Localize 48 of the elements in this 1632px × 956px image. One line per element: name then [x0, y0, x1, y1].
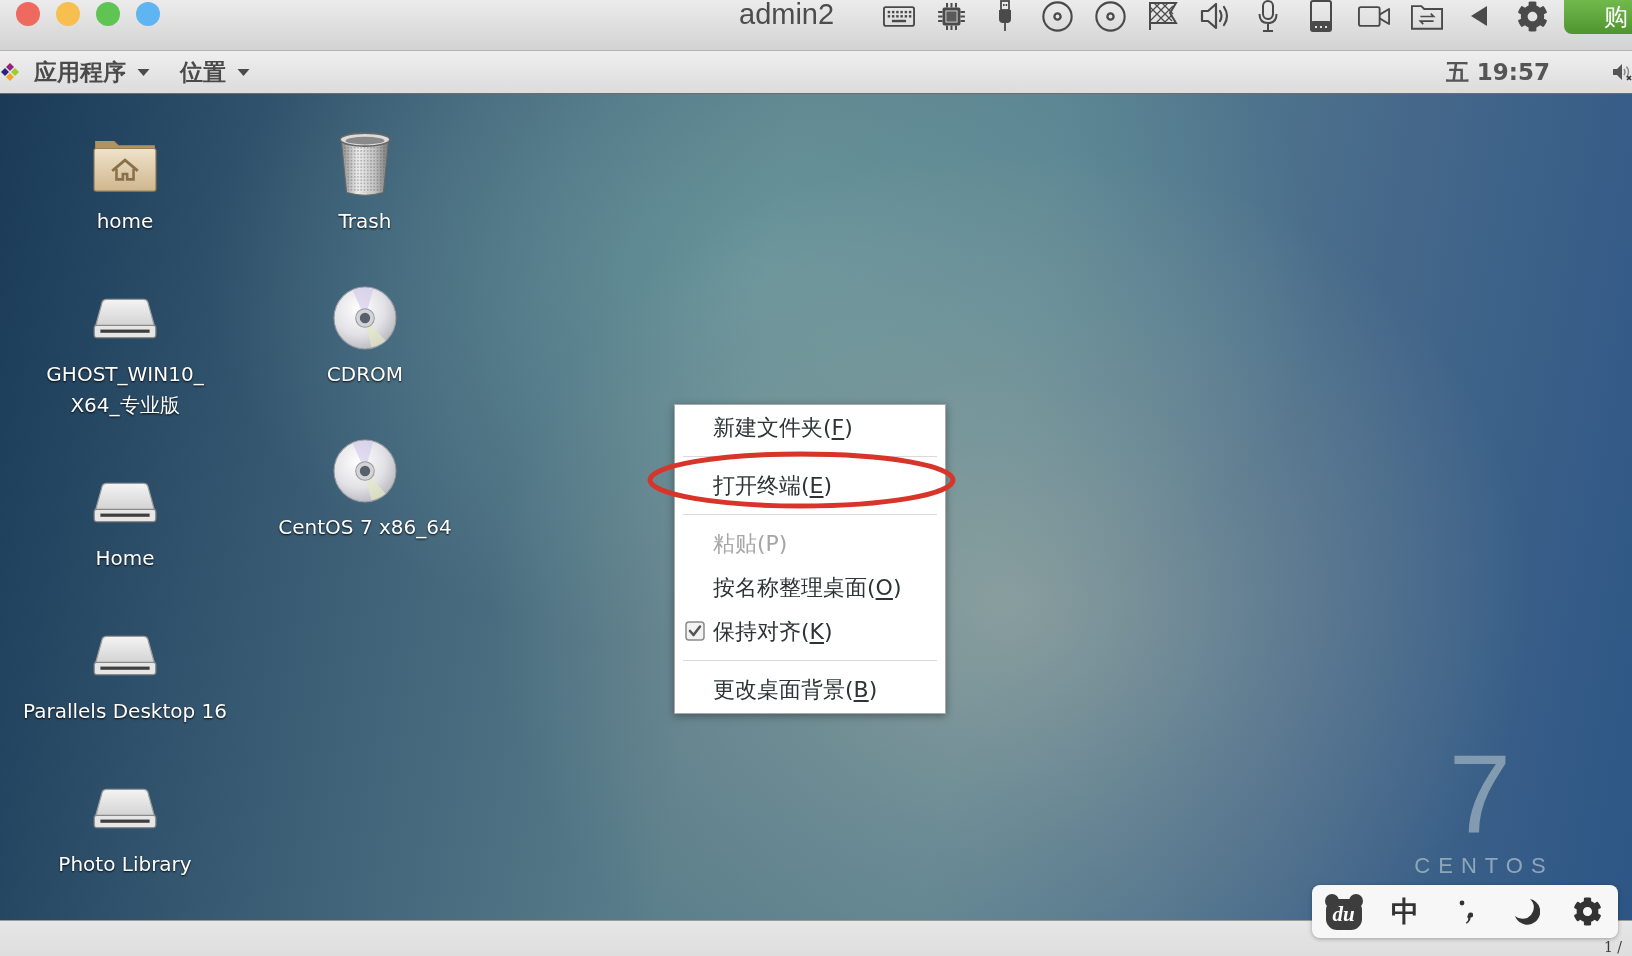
menu-item[interactable]: 按名称整理桌面(O): [675, 565, 945, 609]
icon-label[interactable]: Trash: [338, 206, 392, 237]
microphone-icon[interactable]: [1258, 0, 1279, 32]
icon-label[interactable]: GHOST_WIN10_ X64_专业版: [46, 359, 204, 421]
disc-icon[interactable]: [1094, 0, 1126, 32]
drive-icon[interactable]: [93, 633, 157, 677]
traffic-light-button[interactable]: [16, 2, 40, 26]
icon-label[interactable]: Parallels Desktop 16: [23, 696, 227, 727]
keyboard-icon[interactable]: [883, 5, 915, 27]
disc-icon[interactable]: [333, 286, 397, 350]
settings-icon[interactable]: [1573, 897, 1602, 926]
panel-menu[interactable]: 应用程序: [34, 54, 150, 90]
folder-arrows-icon[interactable]: [1410, 2, 1443, 30]
punctuation-icon[interactable]: [1458, 899, 1473, 924]
icon-label[interactable]: CDROM: [326, 359, 404, 390]
settings-icon[interactable]: [1516, 0, 1548, 32]
icon-label[interactable]: home: [96, 206, 154, 237]
menu-item[interactable]: 更改桌面背景(B): [675, 667, 945, 711]
menu-item[interactable]: 保持对齐(K): [675, 609, 945, 653]
drive-icon[interactable]: [93, 296, 157, 340]
drive-icon[interactable]: [93, 786, 157, 830]
icon-label[interactable]: Photo Library: [58, 849, 192, 880]
checkbox-icon[interactable]: [685, 621, 705, 641]
disc-icon[interactable]: [1041, 0, 1073, 32]
window-title: admin2: [739, 0, 835, 30]
handheld-device-icon[interactable]: [1310, 0, 1332, 32]
icon-label[interactable]: CentOS 7 x86_64: [278, 512, 452, 543]
chip-icon[interactable]: [937, 1, 967, 31]
video-camera-icon[interactable]: [1357, 4, 1390, 28]
triangle-left-icon[interactable]: [1471, 6, 1488, 26]
clock[interactable]: 五 19:57: [1445, 54, 1550, 90]
wallpaper-logo-number: 7: [1448, 738, 1512, 850]
disc-icon[interactable]: [333, 439, 397, 503]
pinwheel-icon[interactable]: [0, 62, 20, 82]
moon-icon[interactable]: [1513, 897, 1540, 926]
wallpaper-logo-text: CENTOS: [1413, 855, 1554, 877]
hatched-flag-icon[interactable]: [1147, 1, 1178, 31]
caret-icon: [237, 68, 250, 76]
speaker-muted-icon[interactable]: [1612, 63, 1632, 81]
trash-can-icon[interactable]: [339, 132, 391, 198]
input-mode-button[interactable]: 中: [1390, 897, 1419, 926]
menu-item[interactable]: 新建文件夹(F): [675, 405, 945, 449]
drive-icon[interactable]: [93, 480, 157, 524]
workspace-indicator[interactable]: 1 /: [1603, 939, 1622, 955]
icon-label[interactable]: Home: [95, 543, 155, 574]
panel-menu[interactable]: 位置: [180, 54, 250, 90]
caret-icon: [137, 68, 150, 76]
usb-plug-icon[interactable]: [997, 0, 1012, 32]
